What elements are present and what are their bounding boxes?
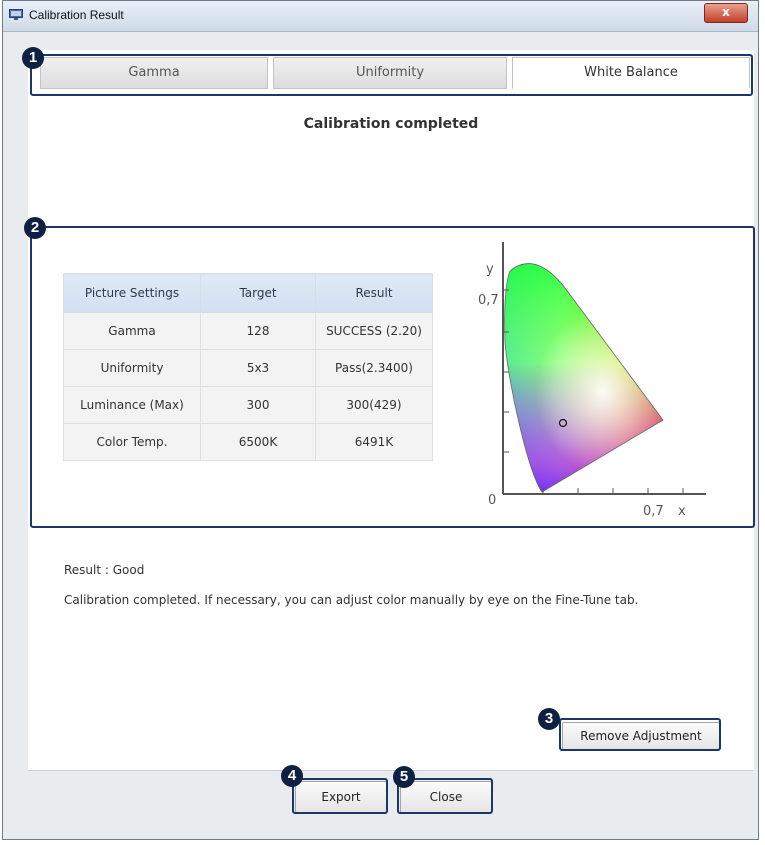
table-header-row: Picture Settings Target Result [63, 273, 433, 313]
window-close-button[interactable]: x [704, 3, 748, 23]
table-cell: 300 [200, 386, 316, 424]
table-cell: 300(429) [315, 386, 433, 424]
result-message: Calibration completed. If necessary, you… [64, 593, 639, 607]
callout-marker-4: 4 [281, 765, 303, 787]
monitor-icon [9, 9, 23, 20]
footer-divider [28, 770, 754, 771]
table-cell: Uniformity [63, 349, 201, 387]
table-cell: 128 [200, 312, 316, 350]
table-cell: 6491K [315, 423, 433, 461]
highlight-box-remove-adjustment [559, 718, 721, 751]
close-icon: x [722, 5, 730, 19]
table-row: Luminance (Max) 300 300(429) [63, 386, 433, 424]
table-row: Color Temp. 6500K 6491K [63, 423, 433, 461]
spectral-locus [504, 263, 663, 492]
y-axis-label: y [486, 262, 494, 277]
table-cell: Gamma [63, 312, 201, 350]
highlight-box-export [292, 778, 388, 814]
y-tick-label: 0,7 [478, 293, 499, 308]
table-header-cell: Target [200, 273, 316, 313]
result-summary: Result : Good [64, 563, 145, 577]
table-header-cell: Result [315, 273, 433, 313]
table-cell: SUCCESS (2.20) [315, 312, 433, 350]
table-cell: Pass(2.3400) [315, 349, 433, 387]
callout-marker-2: 2 [24, 217, 46, 239]
origin-label: 0 [488, 493, 496, 508]
table-cell: Color Temp. [63, 423, 201, 461]
highlight-box-tabs [30, 54, 753, 96]
table-row: Gamma 128 SUCCESS (2.20) [63, 312, 433, 350]
window-title: Calibration Result [29, 8, 124, 22]
x-tick-label: 0,7 [643, 504, 664, 519]
title-bar[interactable]: Calibration Result x [3, 1, 758, 32]
table-cell: 5x3 [200, 349, 316, 387]
x-axis-label: x [678, 504, 686, 519]
table-header-cell: Picture Settings [63, 273, 201, 313]
page-heading: Calibration completed [303, 116, 479, 132]
picture-settings-table: Picture Settings Target Result Gamma 128… [63, 273, 433, 461]
callout-marker-5: 5 [393, 766, 415, 788]
table-cell: Luminance (Max) [63, 386, 201, 424]
cie-chromaticity-chart: y 0,7 0 0,7 x [478, 242, 706, 519]
callout-marker-3: 3 [538, 708, 560, 730]
callout-marker-1: 1 [22, 47, 44, 69]
table-cell: 6500K [200, 423, 316, 461]
table-row: Uniformity 5x3 Pass(2.3400) [63, 349, 433, 387]
